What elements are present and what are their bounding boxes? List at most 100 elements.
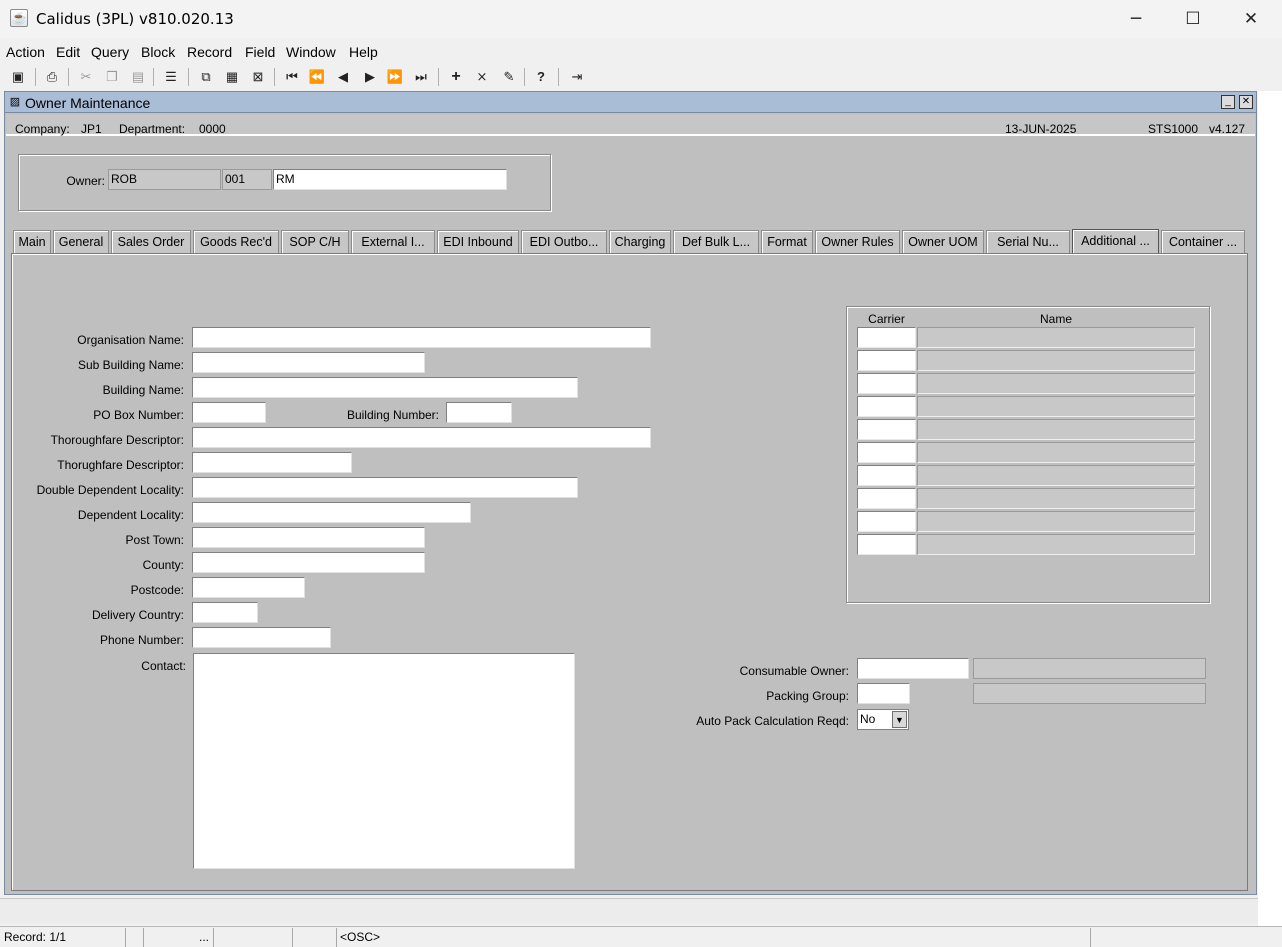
tab-container[interactable]: Container ... — [1161, 230, 1245, 254]
phone-number-field[interactable] — [192, 627, 331, 648]
menu-block[interactable]: Block — [141, 44, 175, 60]
organisation-name-field[interactable] — [192, 327, 651, 348]
consumable-owner-field[interactable] — [857, 658, 969, 679]
duplicate-icon[interactable]: ⧉ — [196, 67, 216, 87]
carrier-name-cell — [917, 442, 1195, 463]
tab-goods-recd[interactable]: Goods Rec'd — [193, 230, 279, 254]
carrier-cell[interactable] — [857, 465, 916, 486]
menu-query[interactable]: Query — [91, 44, 129, 60]
insert-record-icon[interactable]: + — [446, 67, 466, 87]
tab-external[interactable]: External I... — [351, 230, 435, 254]
menu-bar: Action Edit Query Block Record Field Win… — [0, 41, 1282, 63]
company-label: Company: — [15, 122, 70, 136]
help-icon[interactable]: ? — [531, 67, 551, 87]
tab-general[interactable]: General — [53, 230, 109, 254]
auto-pack-select[interactable]: No ▼ — [857, 709, 909, 730]
department-label: Department: — [119, 122, 186, 136]
tab-format[interactable]: Format — [761, 230, 813, 254]
thorughfare-descriptor-field[interactable] — [192, 452, 352, 473]
next-record-icon[interactable]: ▶ — [360, 67, 380, 87]
clear-icon[interactable]: ⊠ — [248, 67, 268, 87]
owner-name-field[interactable]: RM — [273, 169, 507, 190]
form-title-bar: ▨ Owner Maintenance _ ✕ — [5, 92, 1256, 113]
po-box-number-label: PO Box Number: — [93, 408, 184, 422]
owner-code-field[interactable]: ROB — [108, 169, 221, 190]
window-edge — [1258, 91, 1282, 926]
edit-icon[interactable]: ✎ — [499, 67, 519, 87]
copy-record-icon[interactable]: ▦ — [222, 67, 242, 87]
carrier-cell[interactable] — [857, 488, 916, 509]
po-box-number-field[interactable] — [192, 402, 266, 423]
tab-charging[interactable]: Charging — [609, 230, 671, 254]
tab-owner-uom[interactable]: Owner UOM — [902, 230, 984, 254]
maximize-icon[interactable]: ☐ — [1164, 0, 1222, 38]
carrier-name-cell — [917, 488, 1195, 509]
county-field[interactable] — [192, 552, 425, 573]
print-icon[interactable]: ⎙ — [42, 67, 62, 87]
tab-sop-ch[interactable]: SOP C/H — [281, 230, 349, 254]
tab-serial-numbers[interactable]: Serial Nu... — [986, 230, 1070, 254]
form-close-icon[interactable]: ✕ — [1239, 95, 1253, 109]
close-icon[interactable]: ✕ — [1222, 0, 1280, 38]
menu-help[interactable]: Help — [349, 44, 378, 60]
form-minimize-icon[interactable]: _ — [1221, 95, 1235, 109]
carrier-name-cell — [917, 350, 1195, 371]
last-record-icon[interactable]: ⏭ — [411, 67, 431, 87]
list-icon[interactable]: ☰ — [161, 67, 181, 87]
cut-icon[interactable]: ✂ — [76, 67, 96, 87]
tab-sales-order[interactable]: Sales Order — [111, 230, 191, 254]
carrier-cell[interactable] — [857, 396, 916, 417]
exit-icon[interactable]: ⇥ — [567, 67, 587, 87]
carrier-cell[interactable] — [857, 534, 916, 555]
save-icon[interactable]: ▣ — [8, 67, 28, 87]
carrier-table: Carrier Name — [846, 306, 1210, 603]
first-record-icon[interactable]: ⏮ — [282, 67, 302, 87]
tab-def-bulk[interactable]: Def Bulk L... — [673, 230, 759, 254]
owner-number-field[interactable]: 001 — [222, 169, 272, 190]
contact-textarea[interactable] — [193, 653, 575, 869]
carrier-cell[interactable] — [857, 327, 916, 348]
building-name-field[interactable] — [192, 377, 578, 398]
sub-building-name-field[interactable] — [192, 352, 425, 373]
carrier-cell[interactable] — [857, 511, 916, 532]
building-number-field[interactable] — [446, 402, 512, 423]
postcode-label: Postcode: — [130, 583, 184, 597]
menu-field[interactable]: Field — [245, 44, 275, 60]
minimize-icon[interactable]: ─ — [1107, 0, 1165, 38]
chevron-down-icon[interactable]: ▼ — [892, 711, 907, 728]
next-set-icon[interactable]: ⏩ — [385, 67, 405, 87]
postcode-field[interactable] — [192, 577, 305, 598]
toolbar: ▣ ⎙ ✂ ❐ ▤ ☰ ⧉ ▦ ⊠ ⏮ ⏪ ◀ ▶ ⏩ ⏭ + ⨯ ✎ ? ⇥ — [0, 64, 1282, 90]
menu-action[interactable]: Action — [6, 44, 45, 60]
tab-edi-outbound[interactable]: EDI Outbo... — [521, 230, 607, 254]
dependent-locality-field[interactable] — [192, 502, 471, 523]
tab-edi-inbound[interactable]: EDI Inbound — [437, 230, 519, 254]
record-status: Record: 1/1 — [4, 930, 67, 944]
copy-icon[interactable]: ❐ — [102, 67, 122, 87]
double-dependent-locality-field[interactable] — [192, 477, 578, 498]
auto-pack-label: Auto Pack Calculation Reqd: — [696, 714, 849, 728]
carrier-cell[interactable] — [857, 350, 916, 371]
carrier-cell[interactable] — [857, 419, 916, 440]
carrier-cell[interactable] — [857, 373, 916, 394]
consumable-owner-name-field — [973, 658, 1206, 679]
carrier-cell[interactable] — [857, 442, 916, 463]
prev-record-icon[interactable]: ◀ — [333, 67, 353, 87]
tab-additional[interactable]: Additional ... — [1072, 229, 1159, 254]
tab-main[interactable]: Main — [13, 230, 51, 254]
window-title: Calidus (3PL) v810.020.13 — [36, 10, 234, 28]
menu-edit[interactable]: Edit — [56, 44, 80, 60]
tab-owner-rules[interactable]: Owner Rules — [815, 230, 900, 254]
form-info-bar: Company: JP1 Department: 0000 13-JUN-202… — [6, 114, 1255, 136]
delete-record-icon[interactable]: ⨯ — [472, 67, 492, 87]
paste-icon[interactable]: ▤ — [128, 67, 148, 87]
prev-set-icon[interactable]: ⏪ — [307, 67, 327, 87]
menu-window[interactable]: Window — [286, 44, 336, 60]
horizontal-scroll-area — [0, 898, 1258, 924]
packing-group-field[interactable] — [857, 683, 910, 704]
thoroughfare-descriptor-field[interactable] — [192, 427, 651, 448]
menu-record[interactable]: Record — [187, 44, 232, 60]
delivery-country-field[interactable] — [192, 602, 258, 623]
post-town-field[interactable] — [192, 527, 425, 548]
dependent-locality-label: Dependent Locality: — [77, 508, 184, 522]
